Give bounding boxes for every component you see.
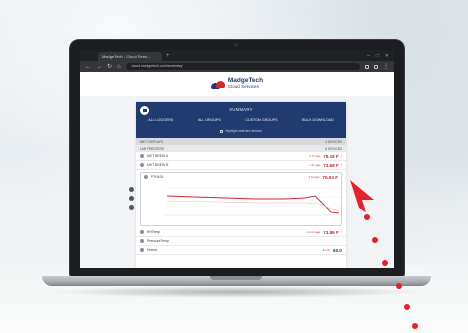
device-name: Humid <box>147 248 157 252</box>
kebab-menu-icon[interactable]: ⋮ <box>383 64 389 70</box>
device-updated: 1 hr ago <box>308 175 320 179</box>
cloud-logo-icon <box>210 80 225 89</box>
alarm-icon[interactable] <box>129 196 134 201</box>
device-updated: 1 hr ago <box>309 163 321 167</box>
group-name: LAB FREEZERS <box>140 146 164 151</box>
svg-text:· ·: · · <box>185 218 188 221</box>
group-count: 4 DEVICES <box>325 139 342 144</box>
device-name: PressureTemp <box>147 239 169 243</box>
summary-panel: SUMMARY ALL LOGGERS ALL GROUPS CUSTOM GR… <box>129 102 346 268</box>
nav-all-groups[interactable]: ALL GROUPS <box>198 118 221 122</box>
expand-icon[interactable]: › <box>341 230 342 234</box>
device-updated: 1 min ago <box>307 230 321 234</box>
nav-all-loggers[interactable]: ALL LOGGERS <box>148 118 173 122</box>
maximize-icon[interactable]: □ <box>376 52 379 61</box>
device-updated: 1 hr ago <box>309 154 321 158</box>
browser-tabbar: MadgeTech - Cloud Servi... + – □ ✕ <box>80 50 394 61</box>
group-header[interactable]: MKT DISPLAYS 4 DEVICES <box>136 138 346 145</box>
extension-icon[interactable] <box>365 64 369 69</box>
nav-bulk-download[interactable]: BULK DOWNLOAD <box>302 118 334 122</box>
browser-toolbar: ← → ↻ ⌂ cloud.madgetech.com/summary ⋮ <box>80 61 394 72</box>
device-row[interactable]: PressureTemp <box>136 237 346 246</box>
laptop-notch <box>210 276 262 280</box>
laptop-shadow <box>48 286 425 298</box>
red-dot <box>364 214 370 220</box>
device-row[interactable]: MKT BREW B 1 hr ago 73.68 F › <box>136 161 346 170</box>
page-title: SUMMARY <box>229 107 253 112</box>
address-bar[interactable]: cloud.madgetech.com/summary <box>125 63 360 70</box>
expand-icon[interactable]: › <box>341 154 342 158</box>
svg-text:· ·: · · <box>215 218 218 221</box>
group-name: MKT DISPLAYS <box>140 139 163 144</box>
device-name: MKT BREW B <box>147 163 169 167</box>
x-tick-labels: · · · · · · · · · · · · <box>185 218 333 221</box>
svg-text:· ·: · · <box>275 218 278 221</box>
group-header[interactable]: LAB FREEZERS 6 DEVICES <box>136 145 346 152</box>
download-icon[interactable] <box>129 205 134 210</box>
red-dot <box>412 323 418 329</box>
temperature-series-line <box>166 195 340 214</box>
chart-tools <box>129 187 134 210</box>
sensor-icon <box>140 239 144 243</box>
back-icon[interactable]: ← <box>85 64 91 70</box>
device-row[interactable]: MKT BREW A 1 hr ago 75.18 F › <box>136 152 346 161</box>
sensor-icon <box>140 230 144 234</box>
device-row[interactable]: RHTemp 1 min ago 73.86 F › <box>136 228 346 237</box>
reload-icon[interactable]: ↻ <box>107 64 112 70</box>
red-cursor-arrow-icon <box>350 180 374 212</box>
laptop-screen: MadgeTech - Cloud Servi... + – □ ✕ ← → ↻… <box>80 50 394 268</box>
device-name: PTH100 <box>151 175 164 179</box>
minimize-icon[interactable]: – <box>367 52 370 61</box>
device-reading: 73.68 F <box>323 162 339 168</box>
highlight-checkbox[interactable]: Highlight selected devices <box>136 129 346 133</box>
webcam <box>234 43 238 47</box>
window-controls: – □ ✕ <box>367 52 394 61</box>
device-reading: 75.18 F <box>323 153 339 159</box>
device-reading: 73.86 F <box>323 229 339 235</box>
device-row[interactable]: Humid 6 min 60.0 <box>136 246 346 255</box>
limit-series-line <box>166 200 340 211</box>
expand-icon[interactable]: › <box>341 163 342 167</box>
device-name: MKT BREW A <box>147 154 169 158</box>
device-name: RHTemp <box>147 230 161 234</box>
device-chart-card[interactable]: PTH100 1 hr ago 75.04 F · · · · · · · · … <box>129 172 342 226</box>
device-updated: 6 min <box>322 248 331 252</box>
red-dot <box>372 237 378 243</box>
close-icon[interactable]: ✕ <box>385 52 389 61</box>
chart-row-header: PTH100 1 hr ago 75.04 F <box>141 173 341 181</box>
settings-icon[interactable] <box>129 187 134 192</box>
device-reading: 75.04 F <box>322 174 338 180</box>
svg-text:· ·: · · <box>305 218 308 221</box>
new-tab-icon[interactable]: + <box>162 52 170 61</box>
red-dot <box>404 304 410 310</box>
sensor-icon <box>140 163 144 167</box>
checkbox-label: Highlight selected devices <box>225 129 262 133</box>
web-page: MadgeTech Cloud Services SUMMARY ALL LOG… <box>80 72 394 268</box>
svg-text:· ·: · · <box>330 218 333 221</box>
browser-tab[interactable]: MadgeTech - Cloud Servi... <box>98 52 162 61</box>
brand-subtitle: Cloud Services <box>227 83 259 89</box>
sensor-icon <box>140 248 144 252</box>
trend-chart: · · · · · · · · · · · · <box>165 187 341 221</box>
summary-header: SUMMARY ALL LOGGERS ALL GROUPS CUSTOM GR… <box>136 102 346 138</box>
group-count: 6 DEVICES <box>325 146 342 151</box>
header-nav: ALL LOGGERS ALL GROUPS CUSTOM GROUPS BUL… <box>136 118 346 122</box>
svg-text:· ·: · · <box>245 218 248 221</box>
red-dot <box>396 283 402 289</box>
device-reading: 60.0 <box>333 247 342 253</box>
home-icon[interactable]: ⌂ <box>117 64 121 70</box>
sensor-icon <box>140 154 144 158</box>
nav-custom-groups[interactable]: CUSTOM GROUPS <box>245 118 277 122</box>
laptop-lid: MadgeTech - Cloud Servi... + – □ ✕ ← → ↻… <box>70 40 404 276</box>
red-dot <box>382 260 388 266</box>
profile-icon[interactable] <box>374 64 378 69</box>
checkbox-icon[interactable] <box>220 129 224 133</box>
forward-icon[interactable]: → <box>96 64 102 70</box>
brand-header: MadgeTech Cloud Services <box>80 72 394 96</box>
sensor-icon <box>144 175 148 179</box>
